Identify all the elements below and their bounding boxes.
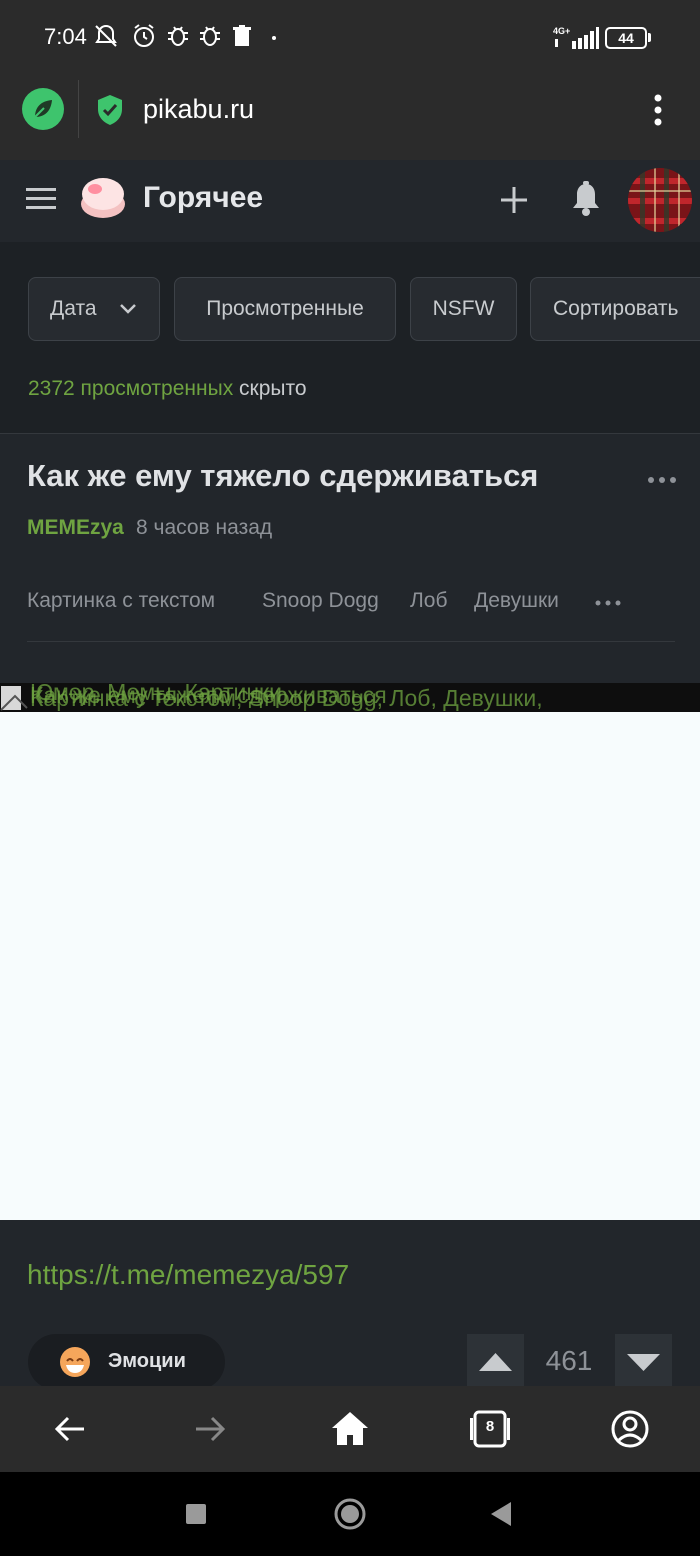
back-arrow-icon[interactable] [50,1409,90,1449]
more-tags-icon[interactable] [594,596,622,610]
recents-icon[interactable] [176,1494,216,1534]
date-filter-label: Дата [50,297,97,320]
post-author[interactable]: MEMEzya [27,516,124,540]
nsfw-filter-button[interactable]: NSFW [410,277,517,341]
hidden-posts-note: 2372 просмотренных скрыто [28,377,307,401]
hidden-posts-link[interactable]: 2372 просмотренных [28,377,233,400]
emoji-icon [60,1347,90,1377]
home-circle-icon[interactable] [330,1494,370,1534]
divider [27,641,675,642]
tabs-count: 8 [485,1418,495,1435]
post-tag[interactable]: Девушки [474,589,559,613]
alarm-icon [134,24,154,47]
user-avatar[interactable] [628,168,692,232]
post-image[interactable] [0,712,700,1220]
notifications-off-icon [95,24,117,47]
more-horiz-icon[interactable] [646,472,678,488]
trash-icon [233,25,251,46]
forward-arrow-icon[interactable] [190,1409,230,1449]
page-title[interactable]: Горячее [143,181,263,215]
broken-image-icon [0,686,28,711]
back-triangle-icon[interactable] [482,1494,522,1534]
menu-icon[interactable] [26,186,56,212]
account-icon[interactable] [610,1409,650,1449]
hidden-suffix: скрыто [233,377,307,400]
post-title[interactable]: Как же ему тяжело сдерживаться [27,458,538,494]
upvote-button[interactable] [467,1334,524,1390]
post-timestamp: 8 часов назад [136,516,273,539]
status-time: 7:04 [44,24,87,49]
url-field[interactable]: pikabu.ru [143,94,254,125]
chevron-down-icon [120,304,136,314]
add-post-icon[interactable] [496,182,532,218]
bug-icon-2 [200,26,220,46]
triangle-up-icon [479,1353,512,1371]
secure-shield-icon[interactable] [96,94,124,126]
downvote-button[interactable] [615,1334,672,1390]
triangle-down-icon [627,1354,660,1371]
battery-tip [648,33,651,42]
browser-leaf-icon[interactable] [22,88,64,130]
post-link[interactable]: https://t.me/memezya/597 [27,1259,349,1291]
rating-count: 461 [545,1345,593,1376]
bug-icon [168,26,188,46]
more-vert-icon[interactable] [644,92,672,128]
image-alt-text: Юмор, Мемы, Картинки [30,679,282,705]
battery-indicator: 44 [605,27,647,49]
signal-icon [555,27,599,49]
post-tag[interactable]: Картинка с текстом [27,589,215,613]
sort-button[interactable]: Сортировать [530,277,700,341]
bell-icon[interactable] [570,180,602,218]
dot-icon [272,36,276,40]
home-icon[interactable] [330,1409,370,1449]
date-filter-button[interactable]: Дата [28,277,160,341]
post-tag[interactable]: Лоб [410,589,448,613]
pikabu-logo-icon[interactable] [78,174,128,222]
emotions-label: Эмоции [108,1350,186,1372]
viewed-filter-button[interactable]: Просмотренные [174,277,396,341]
post-tag[interactable]: Snoop Dogg [262,589,379,613]
toolbar-divider [78,80,79,138]
